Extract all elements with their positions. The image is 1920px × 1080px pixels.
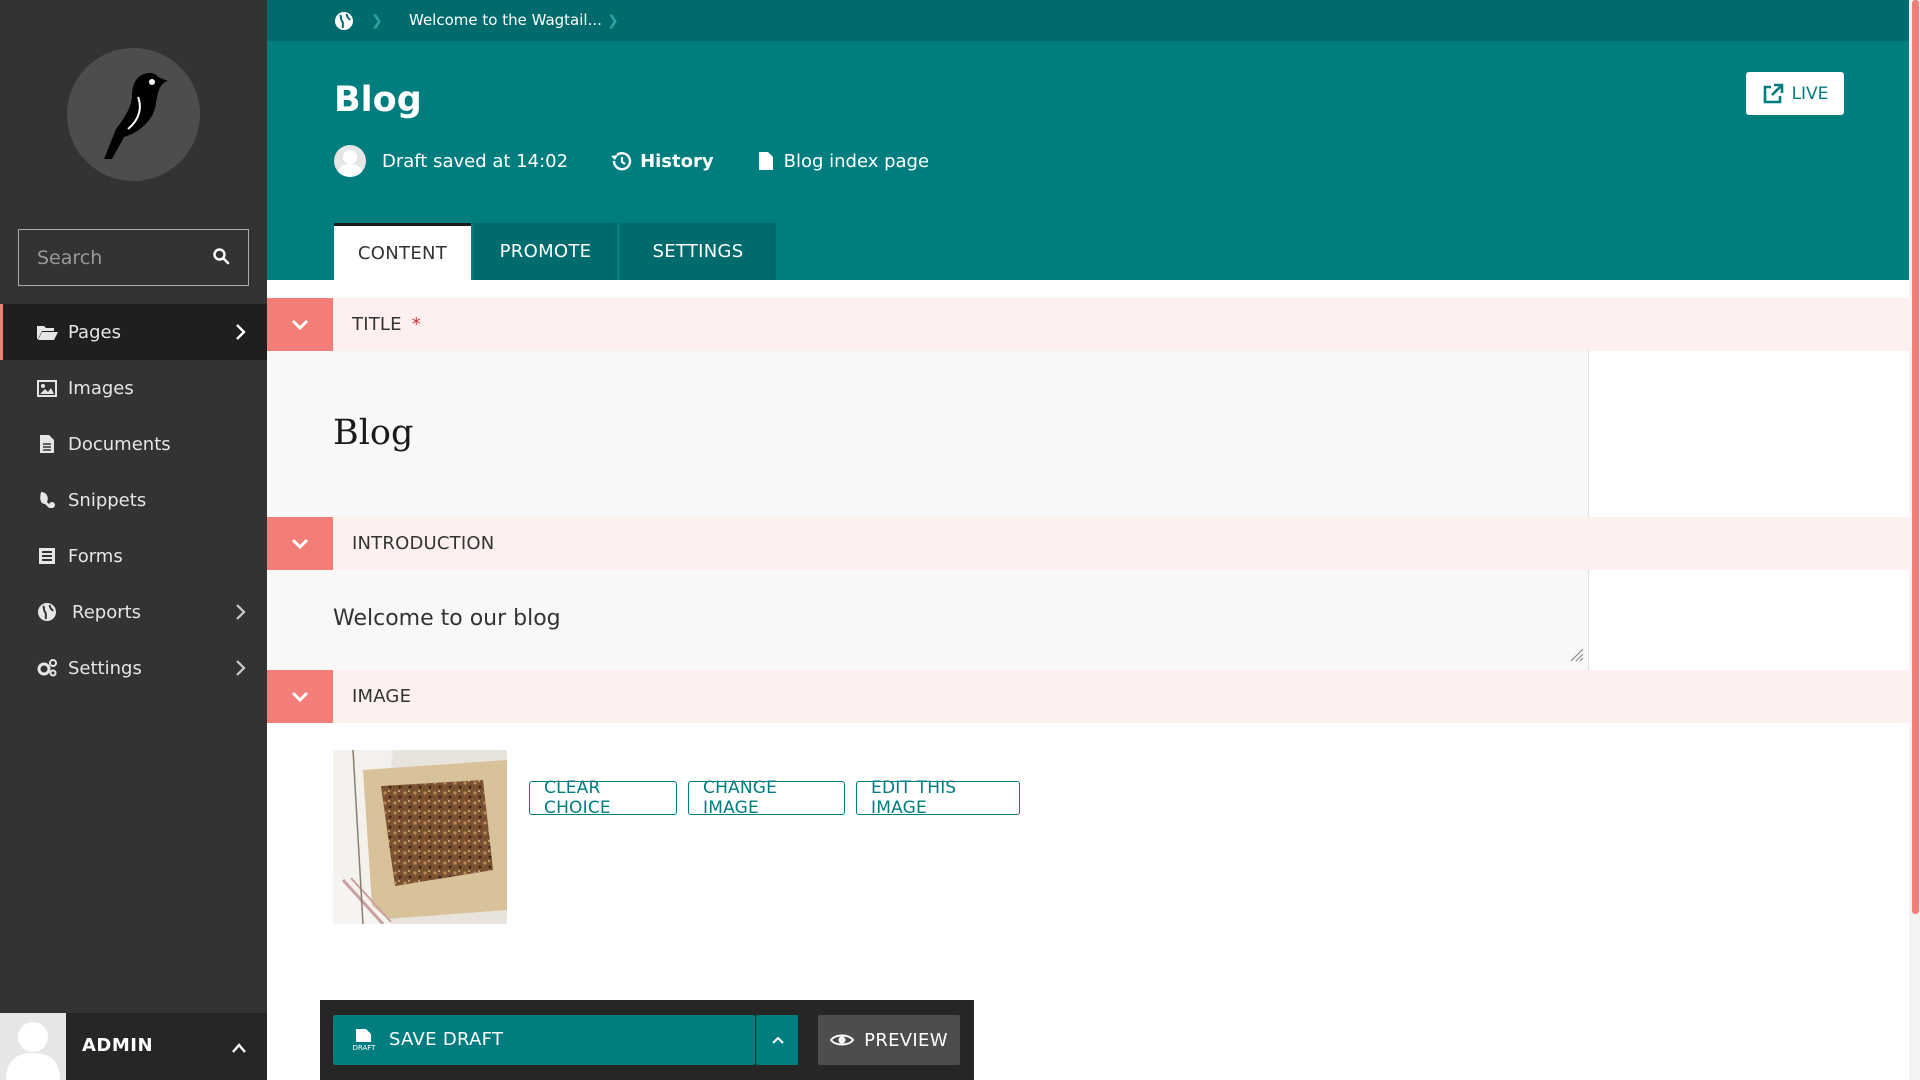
search-icon xyxy=(213,248,230,265)
document-icon xyxy=(758,152,773,170)
action-bar: DRAFT SAVE DRAFT PREVIEW xyxy=(320,1000,974,1080)
breadcrumb: ❯ Welcome to the Wagtail... ❯ xyxy=(267,0,1909,41)
search-button[interactable] xyxy=(212,247,234,269)
chevron-down-icon xyxy=(291,538,309,549)
breadcrumb-item[interactable]: Welcome to the Wagtail... xyxy=(409,11,602,29)
title-field[interactable]: Blog xyxy=(267,351,1589,517)
page-meta: Draft saved at 14:02 History Blog index … xyxy=(334,145,929,177)
save-draft-button[interactable]: DRAFT SAVE DRAFT xyxy=(333,1015,755,1065)
field-label: INTRODUCTION xyxy=(352,533,495,554)
collapse-toggle[interactable] xyxy=(267,517,333,570)
scrollbar-thumb[interactable] xyxy=(1912,0,1919,914)
sidebar-item-label: Pages xyxy=(68,321,121,343)
chevron-right-icon xyxy=(235,603,247,621)
sidebar-item-snippets[interactable]: Snippets xyxy=(0,472,267,528)
introduction-field[interactable]: Welcome to our blog xyxy=(267,570,1589,670)
sidebar-item-label: Reports xyxy=(72,601,142,623)
tab-settings[interactable]: SETTINGS xyxy=(620,223,776,280)
globe-icon xyxy=(36,601,58,623)
home-globe-icon[interactable] xyxy=(334,11,354,31)
sidebar-item-label: Forms xyxy=(68,545,123,567)
draft-icon: DRAFT xyxy=(351,1028,377,1056)
sidebar: Pages Images Documents Snippets xyxy=(0,0,267,1080)
more-actions-toggle[interactable] xyxy=(756,1015,798,1065)
change-image-button[interactable]: CHANGE IMAGE xyxy=(688,778,845,818)
search-input[interactable] xyxy=(19,230,209,285)
external-link-icon xyxy=(1763,83,1783,103)
folder-open-icon xyxy=(36,321,58,343)
title-label-text: TITLE xyxy=(352,314,402,335)
save-draft-label: SAVE DRAFT xyxy=(389,1029,504,1050)
preview-label: PREVIEW xyxy=(864,1029,948,1051)
draft-status: Draft saved at 14:02 xyxy=(382,150,569,172)
chevron-right-icon xyxy=(235,323,247,341)
chevron-up-icon xyxy=(231,1039,247,1058)
introduction-input-value: Welcome to our blog xyxy=(333,606,561,631)
sidebar-item-reports[interactable]: Reports xyxy=(0,584,267,640)
chevron-down-icon xyxy=(291,691,309,702)
sidebar-item-label: Documents xyxy=(68,433,171,455)
tab-content[interactable]: CONTENT xyxy=(334,223,471,280)
sidebar-item-label: Settings xyxy=(68,657,142,679)
introduction-section-header: INTRODUCTION xyxy=(267,517,1909,570)
required-marker: * xyxy=(411,314,421,335)
tab-promote[interactable]: PROMOTE xyxy=(474,223,617,280)
page-title: Blog xyxy=(334,80,422,120)
user-silhouette-icon xyxy=(6,1022,60,1080)
wagtail-bird-icon xyxy=(103,72,168,159)
history-label: History xyxy=(640,150,714,172)
title-section-header: TITLE * xyxy=(267,298,1909,351)
editor-tabs: CONTENT PROMOTE SETTINGS xyxy=(334,223,779,280)
avatar xyxy=(0,1013,66,1080)
page-header: ❯ Welcome to the Wagtail... ❯ Blog Draft… xyxy=(267,0,1909,280)
live-button[interactable]: LIVE xyxy=(1746,72,1844,115)
history-icon xyxy=(611,152,632,171)
breadcrumb-separator-icon: ❯ xyxy=(371,13,383,29)
sidebar-item-pages[interactable]: Pages xyxy=(0,304,267,360)
sidebar-item-label: Images xyxy=(68,377,134,399)
chevron-down-icon xyxy=(291,319,309,330)
page-type-label: Blog index page xyxy=(783,150,930,172)
document-icon xyxy=(36,433,58,455)
resize-handle-icon[interactable] xyxy=(1567,645,1585,667)
chevron-up-icon xyxy=(771,1036,784,1044)
field-label: IMAGE xyxy=(352,686,412,707)
account-menu[interactable]: ADMIN xyxy=(0,1013,267,1080)
field-label: TITLE * xyxy=(352,314,421,335)
collapse-toggle[interactable] xyxy=(267,298,333,351)
sidebar-item-images[interactable]: Images xyxy=(0,360,267,416)
preview-button[interactable]: PREVIEW xyxy=(818,1015,960,1065)
account-name: ADMIN xyxy=(82,1035,154,1056)
form-icon xyxy=(36,545,58,567)
chevron-right-icon xyxy=(235,659,247,677)
clear-choice-button[interactable]: CLEAR CHOICE xyxy=(529,778,677,818)
sidebar-item-label: Snippets xyxy=(68,489,147,511)
snippet-icon xyxy=(36,489,58,511)
eye-icon xyxy=(830,1034,855,1046)
page-type: Blog index page xyxy=(758,151,929,172)
image-actions: CLEAR CHOICE CHANGE IMAGE EDIT THIS IMAG… xyxy=(529,778,1031,818)
sidebar-item-settings[interactable]: Settings xyxy=(0,640,267,696)
sidebar-menu: Pages Images Documents Snippets Forms Re… xyxy=(0,304,267,696)
wagtail-logo[interactable] xyxy=(67,48,200,181)
history-link[interactable]: History xyxy=(610,151,714,172)
edit-image-button[interactable]: EDIT THIS IMAGE xyxy=(856,778,1020,818)
collapse-toggle[interactable] xyxy=(267,670,333,723)
sidebar-item-forms[interactable]: Forms xyxy=(0,528,267,584)
breadcrumb-separator-icon: ❯ xyxy=(607,13,619,29)
svg-text:DRAFT: DRAFT xyxy=(353,1044,377,1052)
image-section-header: IMAGE xyxy=(267,670,1909,723)
sidebar-item-documents[interactable]: Documents xyxy=(0,416,267,472)
live-label: LIVE xyxy=(1791,83,1829,104)
sidebar-search xyxy=(18,229,249,286)
title-input-value: Blog xyxy=(333,413,414,453)
avatar xyxy=(334,145,366,177)
image-icon xyxy=(36,377,58,399)
cogs-icon xyxy=(36,657,58,679)
image-thumbnail xyxy=(333,750,507,924)
